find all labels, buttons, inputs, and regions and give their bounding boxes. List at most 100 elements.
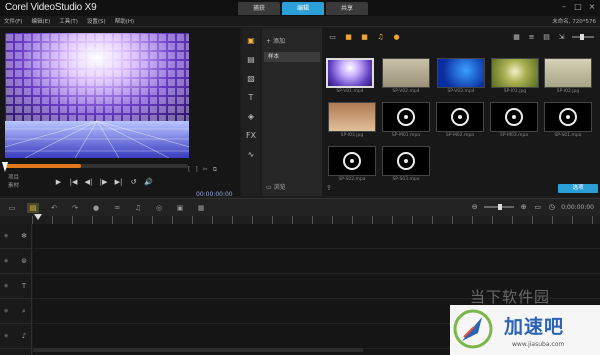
music-track-icon[interactable]: ♪ [20,332,28,340]
subtitle-editor-icon[interactable]: ▣ [174,203,186,213]
zoom-in-icon[interactable]: ⊕ [519,203,528,211]
transition-icon[interactable]: ▧ [245,73,257,85]
media-thumbnail[interactable]: SP-V01.mp4 [326,58,374,95]
size-icon[interactable]: ⇲ [557,33,566,41]
end-icon[interactable]: ▶| [114,178,123,186]
media-thumbnail[interactable]: SP-S03.mpa [382,146,430,183]
track-visibility-icon[interactable]: ◉ [4,258,8,264]
mark-in-icon[interactable]: [ [188,166,190,174]
media-thumbnail[interactable]: SP-M02.mpa [436,102,484,139]
folder-item-sample[interactable]: 样本 [264,52,320,62]
next-frame-icon[interactable]: |▶ [99,178,108,186]
timeline-scrollbar[interactable] [33,348,363,352]
close-icon[interactable]: × [588,3,596,11]
menu-tools[interactable]: 工具(T) [59,17,78,25]
media-thumbnail[interactable]: SP-M01.mpa [382,102,430,139]
media-thumbnail[interactable]: SP-S01.mpa [544,102,592,139]
show-audio-icon[interactable]: ♫ [376,33,385,41]
video-track-icon[interactable]: ✻ [20,232,28,240]
media-thumbnail[interactable]: SP-V03.mp4 [437,58,485,95]
tab-edit[interactable]: 编辑 [282,2,324,15]
voice-track-icon[interactable]: ⌕ [20,307,28,315]
track-lane-video[interactable] [33,224,600,249]
home-icon[interactable]: |◀ [69,178,78,186]
import-icon[interactable]: ⇪ [326,184,332,192]
zoom-out-icon[interactable]: ⊖ [470,203,479,211]
track-visibility-icon[interactable]: ◉ [4,333,8,339]
minimize-icon[interactable]: – [560,3,568,11]
media-thumbnail[interactable]: SP-M03.mpa [490,102,538,139]
list-view-icon[interactable]: ≡ [527,33,536,41]
storyboard-view-icon[interactable]: ▭ [6,203,18,213]
mark-out-icon[interactable]: ] [195,166,197,174]
show-photo-icon[interactable]: ■ [360,33,369,41]
prev-frame-icon[interactable]: ◀| [84,178,93,186]
menu-edit[interactable]: 编辑(E) [31,17,50,25]
trim-controls: [ ] ✂ ⧉ [188,166,217,174]
menu-file[interactable]: 文件(F) [4,17,22,25]
menu-help[interactable]: 帮助(H) [115,17,134,25]
title-track-icon[interactable]: T [20,282,28,290]
fit-project-icon[interactable]: ▭ [533,203,542,211]
watermark-brand: 加速吧 [504,316,565,338]
timeline-duration[interactable]: 0:00:00:00 [561,204,594,211]
browse-button[interactable]: ▭ 浏览 [266,182,286,191]
timeline-view-icon[interactable]: ▤ [27,203,39,213]
details-view-icon[interactable]: ▤ [542,33,551,41]
window-controls: – □ × [560,3,596,11]
instant-project-icon[interactable]: ▤ [245,54,257,66]
tab-capture[interactable]: 捕获 [238,2,280,15]
play-mode: 项目 素材 [8,174,19,190]
record-capture-icon[interactable]: ● [90,203,102,213]
overlay-track-icon[interactable]: ⊛ [20,257,28,265]
track-lane-overlay[interactable] [33,249,600,274]
motion-tracking-icon[interactable]: ◎ [153,203,165,213]
title-icon[interactable]: T [245,92,257,104]
thumbnail-view-icon[interactable]: ▦ [512,33,521,41]
add-folder-button[interactable]: + 添加 [266,36,285,45]
enlarge-icon[interactable]: ⧉ [213,166,217,174]
media-thumbnail[interactable]: SP-V02.mp4 [382,58,430,95]
audio-thumbnail [382,102,430,132]
graphic-icon[interactable]: ◈ [245,111,257,123]
watermark-text: 当下软件园 [470,288,551,306]
preview-window[interactable] [5,33,189,158]
media-thumbnail[interactable]: SP-I01.jpg [491,58,539,95]
show-video-icon[interactable]: ■ [344,33,353,41]
thumbnail-size-slider[interactable] [572,34,594,40]
auto-music-icon[interactable]: ♫ [132,203,144,213]
media-thumbnail[interactable]: SP-S02.mpa [328,146,376,183]
menu-settings[interactable]: 设置(S) [87,17,106,25]
multi-camera-icon[interactable]: ▦ [195,203,207,213]
undo-icon[interactable]: ↶ [48,203,60,213]
maximize-icon[interactable]: □ [574,3,582,11]
split-icon[interactable]: ✂ [203,166,208,174]
sound-mixer-icon[interactable]: ♒ [111,203,123,213]
sort-icon[interactable]: ● [392,33,401,41]
volume-icon[interactable]: 🔊 [144,178,153,186]
track-visibility-icon[interactable]: ◉ [4,233,8,239]
mode-clip[interactable]: 素材 [8,182,19,190]
timeline-ruler[interactable] [32,216,600,224]
mode-project[interactable]: 项目 [8,174,19,182]
redo-icon[interactable]: ↷ [69,203,81,213]
track-visibility-icon[interactable]: ◉ [4,308,8,314]
track-visibility-icon[interactable]: ◉ [4,283,8,289]
media-thumbnail[interactable]: SP-I03.jpg [328,102,376,139]
project-info: 未命名, 720*576 [552,19,596,25]
folder-icon[interactable]: ▭ [328,33,337,41]
play-icon[interactable]: ▶ [54,178,63,186]
repeat-icon[interactable]: ↺ [129,178,138,186]
filter-icon[interactable]: FX [245,130,257,142]
scrub-bar[interactable] [4,164,188,168]
timeline-playhead[interactable] [34,214,42,220]
media-icon[interactable]: ▣ [245,35,257,47]
media-thumbnail[interactable]: SP-I02.jpg [544,58,592,95]
zoom-slider[interactable] [484,204,515,210]
workspace-tabs: 捕获 编辑 共享 [238,2,370,15]
audio-disc-icon [397,152,415,170]
path-icon[interactable]: ∿ [245,149,257,161]
tab-share[interactable]: 共享 [326,2,368,15]
options-button[interactable]: 选项 [558,184,598,193]
timecode[interactable]: 00:00:00:00 [196,191,233,198]
